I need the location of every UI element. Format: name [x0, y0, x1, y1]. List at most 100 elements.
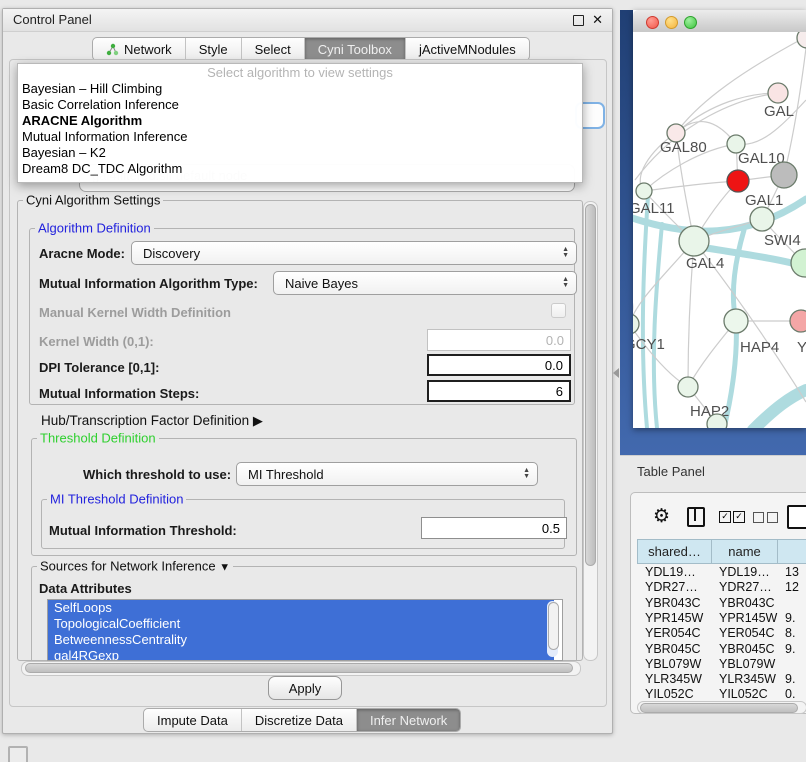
mi-steps-input[interactable]: 6: [427, 380, 571, 402]
table-cell[interactable]: YDR27…: [645, 580, 698, 594]
table-panel-title: Table Panel: [637, 464, 705, 479]
column-header[interactable]: shared…: [637, 539, 712, 564]
table-cell[interactable]: YLR345W: [719, 672, 776, 686]
control-panel-titlebar[interactable]: Control Panel ✕: [3, 9, 612, 32]
tab-jactivemnodules[interactable]: jActiveMNodules: [406, 38, 529, 60]
algorithm-option[interactable]: Mutual Information Inference: [18, 129, 582, 145]
attribute-item[interactable]: SelfLoops: [48, 600, 554, 616]
mi-algorithm-type-combo[interactable]: Naive Bayes ▲▼: [273, 271, 577, 295]
node-label: HAP4: [740, 339, 779, 356]
table-cell[interactable]: YDL19…: [645, 565, 696, 579]
table-cell[interactable]: YBR043C: [645, 596, 701, 610]
tab-label: Impute Data: [157, 713, 228, 728]
table-cell[interactable]: YIL052C: [719, 687, 768, 700]
node-gal1[interactable]: [750, 207, 774, 231]
columns-icon[interactable]: [687, 507, 705, 527]
network-canvas[interactable]: GALGAL80GAL10GAL11GAL1SWI4GAL4GCY1HAP4YH…: [633, 32, 806, 428]
algorithm-option[interactable]: Bayesian – Hill Climbing: [18, 81, 582, 97]
network-window-titlebar[interactable]: [633, 10, 806, 33]
node-gal[interactable]: [768, 83, 788, 103]
table-cell[interactable]: YER054C: [719, 626, 775, 640]
table-cell[interactable]: YER054C: [645, 626, 701, 640]
dpi-tolerance-input[interactable]: 0.0: [427, 354, 571, 376]
tab-select[interactable]: Select: [242, 38, 305, 60]
table-cell[interactable]: 8.: [785, 626, 795, 640]
table-cell[interactable]: YBL079W: [719, 657, 775, 671]
algorithm-option[interactable]: ARACNE Algorithm: [18, 113, 582, 129]
node-y[interactable]: [790, 310, 806, 332]
combo-stepper-icon: ▲▼: [562, 277, 569, 289]
tab-style[interactable]: Style: [186, 38, 242, 60]
table-cell[interactable]: YDL19…: [719, 565, 770, 579]
column-header[interactable]: [777, 539, 806, 564]
float-window-icon[interactable]: [573, 15, 584, 26]
algorithm-option[interactable]: Basic Correlation Inference: [18, 97, 582, 113]
chevron-down-icon[interactable]: ▼: [219, 562, 230, 574]
table-cell[interactable]: 13: [785, 565, 799, 579]
minimized-panel-icon[interactable]: [8, 746, 28, 762]
settings-vertical-scrollbar[interactable]: [583, 201, 598, 661]
tab-label: Cyni Toolbox: [318, 42, 392, 57]
table-cell[interactable]: YBR045C: [719, 642, 775, 656]
table-horizontal-scrollbar[interactable]: [637, 701, 806, 714]
node-hap2[interactable]: [678, 377, 698, 397]
aracne-mode-combo[interactable]: Discovery ▲▼: [131, 241, 577, 265]
manual-kernel-width-checkbox[interactable]: [551, 303, 566, 318]
table-cell[interactable]: 9.: [785, 642, 795, 656]
tab-discretize-data[interactable]: Discretize Data: [242, 709, 357, 731]
table-cell[interactable]: YBL079W: [645, 657, 701, 671]
data-attributes-list[interactable]: SelfLoopsTopologicalCoefficientBetweenne…: [47, 599, 563, 661]
table-cell[interactable]: 0.: [785, 687, 795, 700]
mi-steps-label: Mutual Information Steps:: [39, 386, 199, 401]
zoom-traffic-light[interactable]: [684, 16, 697, 29]
algorithm-option[interactable]: Bayesian – K2: [18, 145, 582, 161]
which-threshold-combo[interactable]: MI Threshold ▲▼: [236, 462, 538, 486]
attribute-item[interactable]: gal4RGexp: [48, 648, 554, 661]
gear-icon[interactable]: ⚙: [653, 505, 670, 528]
close-traffic-light[interactable]: [646, 16, 659, 29]
table-cell[interactable]: YPR145W: [719, 611, 777, 625]
data-attributes-label: Data Attributes: [39, 581, 132, 596]
apply-button[interactable]: Apply: [268, 676, 342, 700]
node-gal4[interactable]: [679, 226, 709, 256]
table-cell[interactable]: YIL052C: [645, 687, 694, 700]
node-hap4[interactable]: [724, 309, 748, 333]
column-header[interactable]: name: [711, 539, 778, 564]
table-cell[interactable]: 9.: [785, 611, 795, 625]
tab-label: Infer Network: [370, 713, 447, 728]
tab-cyni-toolbox[interactable]: Cyni Toolbox: [305, 38, 406, 60]
select-all-icon2[interactable]: ✓: [733, 511, 745, 523]
minimize-traffic-light[interactable]: [665, 16, 678, 29]
mi-threshold-input[interactable]: 0.5: [421, 517, 567, 539]
hub-definition-toggle[interactable]: Hub/Transcription Factor Definition ▶: [41, 413, 263, 429]
tab-infer-network[interactable]: Infer Network: [357, 709, 460, 731]
table-cell[interactable]: YDR27…: [719, 580, 772, 594]
table-cell[interactable]: 9.: [785, 672, 795, 686]
close-icon[interactable]: ✕: [592, 13, 603, 26]
node[interactable]: [707, 414, 727, 428]
settings-horizontal-scrollbar[interactable]: [21, 661, 581, 676]
select-all-icon[interactable]: ✓: [719, 511, 731, 523]
combo-stepper-icon: ▲▼: [523, 468, 530, 480]
table-cell[interactable]: 12: [785, 580, 799, 594]
table-cell[interactable]: YBR043C: [719, 596, 775, 610]
deselect-icon2[interactable]: [767, 512, 778, 523]
node[interactable]: [727, 170, 749, 192]
table-panel: ⚙ ✓ ✓ shared…name YDL19… YDL19… 13 YDR27… YD…: [630, 492, 806, 714]
attribute-item[interactable]: BetweennessCentrality: [48, 632, 554, 648]
deselect-icon[interactable]: [753, 512, 764, 523]
attributes-list-scrollbar[interactable]: [547, 601, 558, 657]
splitter-collapse-icon[interactable]: [613, 368, 619, 378]
table-cell[interactable]: YPR145W: [645, 611, 703, 625]
table-cell[interactable]: YLR345W: [645, 672, 702, 686]
node-gal11[interactable]: [636, 183, 652, 199]
node[interactable]: [771, 162, 797, 188]
algorithm-option[interactable]: Dream8 DC_TDC Algorithm: [18, 161, 582, 177]
tab-network[interactable]: Network: [93, 38, 186, 60]
new-column-icon[interactable]: [787, 505, 806, 529]
table-cell[interactable]: YBR045C: [645, 642, 701, 656]
kernel-width-input[interactable]: 0.0: [427, 329, 571, 351]
attribute-item[interactable]: TopologicalCoefficient: [48, 616, 554, 632]
algorithm-definition-label: Algorithm Definition: [35, 221, 154, 236]
tab-impute-data[interactable]: Impute Data: [144, 709, 242, 731]
